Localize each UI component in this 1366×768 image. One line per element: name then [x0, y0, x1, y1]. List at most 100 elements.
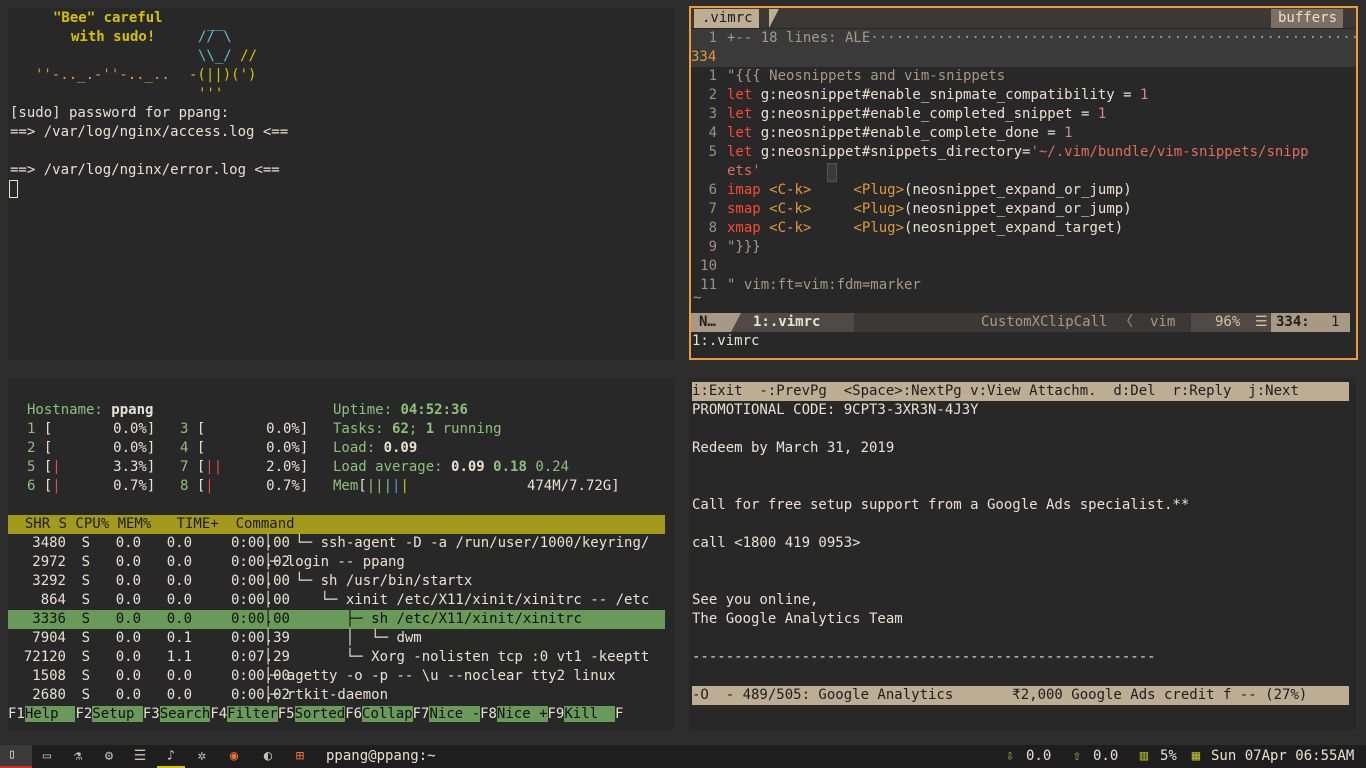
desktop-icon[interactable]: ▭ [33, 745, 61, 768]
settings-icon[interactable]: ✲ [188, 745, 216, 768]
process-cmd-wrap: │ └─ dwm [270, 629, 422, 648]
vim-token [811, 182, 853, 198]
htop-column-header[interactable]: SHR S CPU% MEM% TIME+ Command [8, 515, 665, 534]
vim-line: 4 let g:neosnippet#enable_complete_done =… [691, 124, 1073, 143]
grid-icon[interactable]: ⊞ [286, 745, 314, 768]
vim-token: (neosnippet_expand_or_jump) [904, 182, 1132, 198]
fkey-label[interactable]: Collap [362, 706, 413, 722]
calendar-icon: ▦ [1191, 748, 1201, 764]
fkey-f4[interactable]: F4 [210, 706, 227, 722]
process-tree: │ └─ [270, 630, 397, 646]
mutt-body-line: ----------------------------------------… [692, 649, 1156, 665]
vim-mode: N… [691, 313, 731, 332]
process-shr: 2680 [23, 687, 66, 703]
vim-line: ets' [691, 162, 761, 181]
htop-window[interactable]: Hostname: ppang Uptime: 04:52:36 1 [0.0%… [8, 378, 675, 730]
mutt-window[interactable]: i:Exit -:PrevPg <Space>:NextPg v:View At… [689, 378, 1356, 730]
clock: Sun 07Apr 06:55AM [1211, 748, 1355, 764]
mutt-body-line: Call for free setup support from a Googl… [692, 497, 1190, 513]
vim-line-number: 5 [708, 144, 717, 160]
fkey-label[interactable]: Nice + [496, 706, 548, 722]
bee-art-4: -(||)(') [189, 67, 257, 83]
process-cpu: 0.0 [107, 611, 141, 627]
process-mem: 0.0 [158, 611, 192, 627]
fkey-f6[interactable]: F6 [345, 706, 362, 722]
process-row[interactable]: 3292 S 0.0 0.0 0:00.00 │ └─ sh /usr/bin/sta… [8, 572, 665, 591]
process-cmd-wrap: ├─ sh /etc/X11/xinit/xinitrc [270, 610, 582, 629]
process-row[interactable]: 2680 S 0.0 0.0 0:00.02 │ ─ rtkit-daemon [8, 686, 665, 705]
vim-line: 5 let g:neosnippet#snippets_directory='~/… [691, 143, 1309, 162]
vim-cursor [827, 163, 837, 182]
terminal-launcher-icon[interactable]: ▯ [0, 745, 32, 768]
fkey-f[interactable]: F [615, 706, 623, 722]
fkey-f2[interactable]: F2 [75, 706, 92, 722]
cowsay-line-2: with sudo! [71, 29, 156, 45]
fkey-f1[interactable]: F1 [8, 706, 25, 722]
process-row[interactable]: 3336 S 0.0 0.0 0:00.00 │ ├─ sh /etc/X11/xin… [8, 610, 665, 629]
cpu-percent: 0.7%] [266, 478, 309, 494]
fkey-label[interactable]: Help [24, 706, 76, 722]
vim-tab-vimrc[interactable]: .vimrc [694, 9, 759, 28]
gear-icon[interactable]: ⚙ [95, 745, 123, 768]
fkey-f9[interactable]: F9 [548, 706, 565, 722]
process-tree: ├─ [270, 611, 372, 627]
vim-token: g:neosnippet#enable_complete_done = [760, 125, 1065, 141]
firefox-icon[interactable]: ◐ [254, 745, 282, 768]
vim-tabline [691, 8, 1356, 28]
process-shr: 3292 [23, 573, 66, 589]
htop-uptime: Uptime: 04:52:36 [333, 402, 468, 418]
fkey-f3[interactable]: F3 [143, 706, 160, 722]
chat-icon[interactable]: ☰ [126, 745, 154, 768]
cpu-bracket: [ [35, 440, 53, 456]
lines-icon: ☰ [1255, 314, 1268, 330]
vim-line-number: 9 [708, 239, 717, 255]
process-cpu: 0.0 [107, 592, 141, 608]
fkey-label[interactable]: Filter [227, 706, 278, 722]
vim-line-number: 2 [708, 87, 717, 103]
vim-token: <C-k> [769, 220, 812, 236]
process-mem: 1.1 [158, 649, 192, 665]
fkey-label[interactable]: Search [159, 706, 211, 722]
process-cpu: 0.0 [107, 649, 141, 665]
cpu-value: 5% [1160, 748, 1177, 764]
htop-cpu-meter: 1 [0.0%] [27, 420, 155, 439]
vim-line: 1 "{{{ Neosnippets and vim-snippets [691, 67, 1006, 86]
vim-cmdline[interactable]: 1:.vimrc [692, 332, 759, 351]
cpu-bar: | [52, 459, 61, 475]
cpu-bracket: [ [188, 421, 206, 437]
fkey-f8[interactable]: F8 [480, 706, 497, 722]
process-row[interactable]: 3480 S 0.0 0.0 0:00.00 │ └─ ssh-agent -D -a… [8, 534, 665, 553]
process-row[interactable]: 2972 S 0.0 0.0 0:00.02 │ ─ login -- ppang [8, 553, 665, 572]
vim-token: '~/.vim/bundle/vim-snippets/snipp [1030, 144, 1309, 160]
vim-token: 1 [1064, 125, 1073, 141]
process-s: S [81, 649, 90, 665]
sudo-prompt: [sudo] password for ppang: [10, 105, 230, 121]
vim-line: 2 let g:neosnippet#enable_snipmate_compat… [691, 86, 1149, 105]
htop-cpu-meter: 8 [| 0.7%] [180, 477, 308, 496]
vim-window[interactable]: .vimrc buffers 1 +-- 18 lines: ALE·······… [689, 6, 1358, 360]
process-row[interactable]: 7904 S 0.0 0.1 0:00.39 │ │ └─ dwm [8, 629, 665, 648]
vim-token: 1 [1097, 106, 1107, 122]
fkey-label[interactable]: Nice - [429, 706, 481, 722]
vim-token: <C-k> [769, 182, 812, 198]
vim-line-number: 1 [708, 68, 717, 84]
process-s: S [81, 554, 90, 570]
process-row[interactable]: 72120 S 0.0 1.1 0:07.29 │ └─ Xorg -nolisten… [8, 648, 665, 667]
process-row[interactable]: 864 S 0.0 0.0 0:00.00 │ └─ xinit /etc/X11/x… [8, 591, 665, 610]
fkey-label[interactable]: Kill [564, 706, 615, 722]
process-row[interactable]: 1508 S 0.0 0.0 0:00.00 │ ─ agetty -o -p -- \… [8, 667, 665, 686]
vim-token: let [727, 144, 761, 160]
vim-line-number: 6 [708, 182, 717, 198]
vim-line-number: 10 [700, 258, 717, 274]
terminal-window-logs[interactable]: "Bee" careful with sudo! __ // \ \\_/ //… [8, 8, 675, 360]
chrome-icon[interactable]: ◉ [220, 745, 248, 768]
fkey-f5[interactable]: F5 [278, 706, 295, 722]
fkey-f7[interactable]: F7 [413, 706, 430, 722]
fkey-label[interactable]: Sorted [294, 706, 346, 722]
vim-token: <C-k> [769, 201, 812, 217]
music-icon[interactable]: ♪ [157, 745, 185, 768]
fkey-label[interactable]: Setup [92, 706, 143, 722]
flask-icon[interactable]: ⚗ [64, 745, 92, 768]
mutt-body-line: The Google Analytics Team [692, 611, 903, 627]
process-shr: 2972 [23, 554, 66, 570]
